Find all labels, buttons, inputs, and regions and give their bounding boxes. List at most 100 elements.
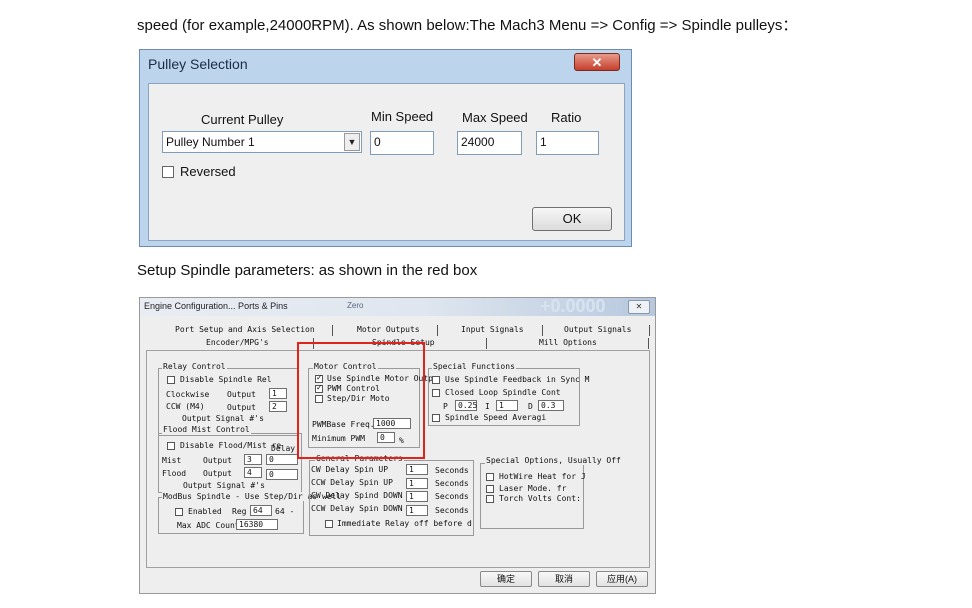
dialog-title: Pulley Selection [148,56,248,72]
chevron-down-icon[interactable]: ▼ [344,133,360,151]
tab-divider [437,325,438,336]
ccw-delay-spin-down-label: CCW Delay Spin DOWN [311,504,403,513]
modbus-enabled-checkbox[interactable] [175,508,183,516]
dialog-title: Engine Configuration... Ports & Pins [144,301,288,311]
tab-divider [542,325,543,336]
mist-output-label: Output [203,456,232,465]
ccw-delay-spin-down-unit: Seconds [435,506,469,515]
tab-divider [486,338,487,349]
ccw-label: CCW (M4) [166,402,205,411]
ccw-output-input[interactable]: 2 [269,401,287,412]
close-icon: ✕ [591,55,603,70]
torch-volts-label: Torch Volts Cont: [499,494,581,503]
current-pulley-label: Current Pulley [201,112,284,127]
special-options-title: Special Options, Usually Off [485,456,622,465]
reg-range-label: 64 - [275,507,295,516]
p-input[interactable]: 0.25 [455,400,477,411]
mist-output-input[interactable]: 3 [244,454,262,465]
min-speed-input[interactable]: 0 [370,131,434,155]
closed-loop-label: Closed Loop Spindle Cont [445,388,561,397]
delay-label: Delay [271,444,296,453]
relay-output-signals-label: Output Signal #'s [182,414,264,423]
close-button[interactable]: ✕ [574,53,620,71]
cw-delay-spin-down-unit: Seconds [435,492,469,501]
speed-averaging-label: Spindle Speed Averagi [445,413,547,422]
min-speed-label: Min Speed [371,109,434,124]
apply-button[interactable]: 应用(A) [596,571,648,587]
hotwire-checkbox[interactable] [486,473,494,481]
disable-spindle-relay-label: Disable Spindle Rel [180,375,272,384]
laser-mode-label: Laser Mode. fr [499,484,567,493]
relay-control-title: Relay Control [162,362,227,371]
ratio-label: Ratio [551,110,582,125]
tab-output-signals[interactable]: Output Signals [564,325,631,334]
cw-delay-spin-down-label: CW Delay Spind DOWN [311,491,403,500]
ok-button[interactable]: 确定 [480,571,532,587]
ccw-delay-spin-up-unit: Seconds [435,479,469,488]
hotwire-label: HotWire Heat for J [499,472,586,481]
cw-delay-spin-up-input[interactable]: 1 [406,464,428,475]
red-highlight-box [297,342,425,459]
tab-motor-outputs[interactable]: Motor Outputs [357,325,420,334]
special-functions-title: Special Functions [432,362,516,371]
doc-line-2: Setup Spindle parameters: as shown in th… [137,262,478,279]
cw-output-input[interactable]: 1 [269,388,287,399]
tab-input-signals[interactable]: Input Signals [461,325,524,334]
max-adc-label: Max ADC Count [177,521,240,530]
immediate-relay-off-label: Immediate Relay off before d [337,519,472,528]
mist-delay-input[interactable]: 0 [266,454,298,465]
flood-output-input[interactable]: 4 [244,467,262,478]
mist-label: Mist [162,456,182,465]
ccw-delay-spin-up-label: CCW Delay Spin UP [311,478,393,487]
modbus-enabled-label: Enabled [188,507,222,516]
tab-divider [649,325,650,336]
cancel-button[interactable]: 取消 [538,571,590,587]
current-pulley-value: Pulley Number 1 [166,135,255,149]
max-speed-input[interactable]: 24000 [457,131,522,155]
title-bar: Engine Configuration... Ports & Pins Zer… [140,298,655,316]
disable-flood-mist-checkbox[interactable] [167,442,175,450]
i-input[interactable]: 1 [496,400,518,411]
spindle-feedback-label: Use Spindle Feedback in Sync M [445,375,590,384]
ccw-output-label: Output [227,403,256,412]
background-dro-value: +0.0000 [540,297,606,316]
close-icon[interactable]: ✕ [628,300,650,314]
cw-delay-spin-up-label: CW Delay Spin UP [311,465,389,474]
spindle-feedback-checkbox[interactable] [432,376,440,384]
max-adc-input[interactable]: 16380 [236,519,278,530]
tab-port-setup[interactable]: Port Setup and Axis Selection [175,325,315,334]
laser-mode-checkbox[interactable] [486,485,494,493]
ccw-delay-spin-up-input[interactable]: 1 [406,478,428,489]
reversed-label: Reversed [180,164,236,179]
immediate-relay-off-checkbox[interactable] [325,520,333,528]
tab-mill-options[interactable]: Mill Options [539,338,597,347]
ratio-input[interactable]: 1 [536,131,599,155]
max-speed-label: Max Speed [462,110,528,125]
speed-averaging-checkbox[interactable] [432,414,440,422]
clockwise-label: Clockwise [166,390,210,399]
flood-output-signals-label: Output Signal #'s [183,481,265,490]
cw-delay-spin-down-input[interactable]: 1 [406,491,428,502]
cw-output-label: Output [227,390,256,399]
torch-volts-checkbox[interactable] [486,495,494,503]
tab-divider [648,338,649,349]
cw-delay-spin-up-unit: Seconds [435,466,469,475]
ccw-delay-spin-down-input[interactable]: 1 [406,505,428,516]
closed-loop-checkbox[interactable] [432,389,440,397]
tab-encoder-mpg[interactable]: Encoder/MPG's [206,338,269,347]
disable-spindle-relay-checkbox[interactable] [167,376,175,384]
flood-mist-title: Flood Mist Control [162,425,251,434]
pulley-selection-dialog: Pulley Selection ✕ Current Pulley Min Sp… [139,49,632,247]
d-input[interactable]: 0.3 [538,400,564,411]
flood-delay-input[interactable]: 0 [266,469,298,480]
tab-divider [332,325,333,336]
flood-output-label: Output [203,469,232,478]
ok-button[interactable]: OK [532,207,612,231]
current-pulley-select[interactable]: Pulley Number 1 ▼ [162,131,362,153]
i-label: I [485,402,490,411]
reversed-checkbox[interactable] [162,166,174,178]
flood-label: Flood [162,469,187,478]
dialog-client-area: Current Pulley Min Speed Max Speed Ratio… [148,83,625,241]
p-label: P [443,402,448,411]
reg-input[interactable]: 64 [250,505,272,516]
